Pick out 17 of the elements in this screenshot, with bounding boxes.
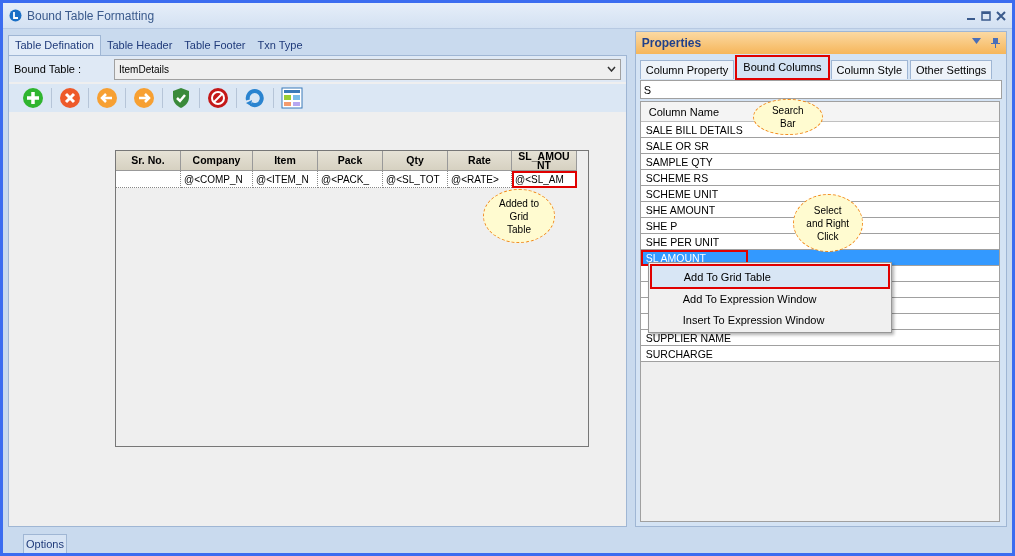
- column-header: Item: [253, 151, 318, 171]
- table-cell: @<SL_TOT: [383, 171, 448, 188]
- column-header: Pack: [318, 151, 383, 171]
- column-header: Sr. No.: [116, 151, 181, 171]
- panel-title: Properties: [641, 36, 702, 50]
- table-cell: @<RATE>: [448, 171, 512, 188]
- table-cell: @<SL_AM: [512, 171, 577, 188]
- column-header: Qty: [383, 151, 448, 171]
- table-cell: @<ITEM_N: [253, 171, 318, 188]
- table-cell: @<COMP_N: [181, 171, 253, 188]
- window-title: Bound Table Formatting: [27, 8, 156, 23]
- column-header: SL_AMOU NT: [512, 151, 577, 171]
- table-cell: @<PACK_: [318, 171, 383, 188]
- bound-table-label: Bound Table :: [13, 63, 83, 75]
- callout-tooltip: Added to Grid Table: [483, 189, 555, 243]
- column-header: Rate: [448, 151, 512, 171]
- column-header: Company: [181, 151, 253, 171]
